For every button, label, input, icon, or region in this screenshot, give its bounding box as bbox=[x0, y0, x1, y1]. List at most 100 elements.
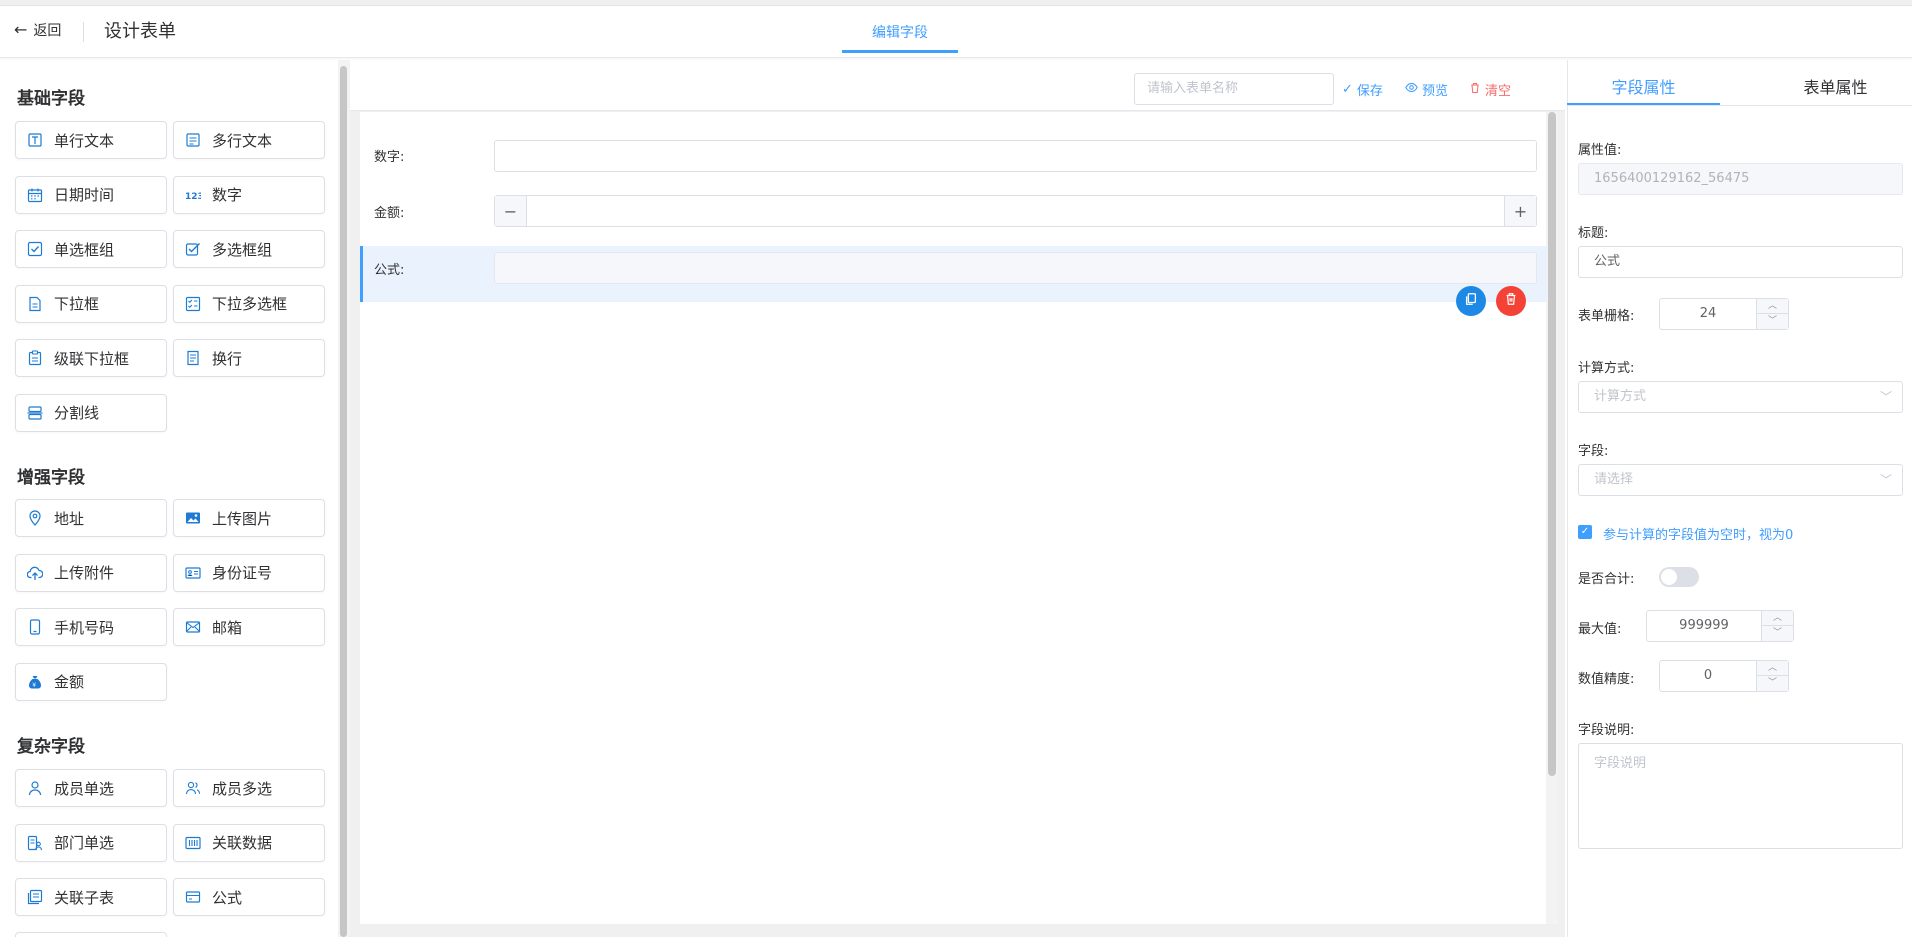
tab-form-properties[interactable]: 表单属性 bbox=[1759, 74, 1912, 98]
palette-item-image[interactable]: 上传图片 bbox=[173, 499, 325, 537]
palette-item-upload[interactable]: 上传附件 bbox=[15, 553, 167, 592]
max-value: 999999 bbox=[1679, 618, 1729, 633]
arrow-left-icon: ← bbox=[14, 20, 28, 39]
palette-item-label: 成员多选 bbox=[212, 779, 273, 798]
palette-scrollbar[interactable] bbox=[340, 66, 347, 937]
field-select-placeholder: 请选择 bbox=[1594, 472, 1634, 487]
props-tab-underline bbox=[1567, 103, 1720, 105]
section-title-complex: 复杂字段 bbox=[17, 737, 85, 757]
palette-item-subtable[interactable]: 关联子表 bbox=[15, 878, 167, 916]
attr-value-input: 1656400129162_56475 bbox=[1578, 163, 1903, 195]
palette-item-phone[interactable]: 手机号码 bbox=[15, 608, 167, 646]
empty-as-zero-checkbox[interactable]: ✓ bbox=[1578, 525, 1592, 539]
palette-item-checkbox-group[interactable]: 多选框组 bbox=[173, 230, 325, 268]
palette-item-textarea[interactable]: 多行文本 bbox=[173, 121, 325, 159]
user-icon bbox=[26, 779, 44, 797]
number-field-input[interactable] bbox=[494, 140, 1537, 172]
attr-value-label: 属性值: bbox=[1578, 143, 1622, 158]
form-name-input[interactable]: 请输入表单名称 bbox=[1134, 73, 1334, 105]
mail-icon bbox=[184, 618, 202, 636]
tab-field-properties[interactable]: 字段属性 bbox=[1567, 74, 1720, 98]
palette-item-text-input[interactable]: 单行文本 bbox=[15, 121, 167, 159]
back-button[interactable]: ← 返回 bbox=[14, 20, 61, 40]
tab-edit-fields[interactable]: 编辑字段 bbox=[842, 22, 958, 42]
page-title: 设计表单 bbox=[104, 21, 176, 42]
palette-item-label: 单选框组 bbox=[54, 240, 115, 259]
calc-method-select[interactable]: 计算方式 ﹀ bbox=[1578, 381, 1903, 413]
save-button[interactable]: ✓ 保存 bbox=[1342, 80, 1383, 99]
grid-decrease-button[interactable]: ﹀ bbox=[1756, 314, 1788, 329]
clear-label: 清空 bbox=[1485, 84, 1512, 99]
grid-value: 24 bbox=[1699, 306, 1717, 321]
palette-item-label: 单行文本 bbox=[54, 131, 115, 150]
grid-number-input[interactable]: 24 ︿ ﹀ bbox=[1659, 298, 1789, 330]
empty-as-zero-label[interactable]: 参与计算的字段值为空时，视为0 bbox=[1603, 524, 1793, 543]
palette-item-linked-data[interactable]: 关联数据 bbox=[173, 823, 325, 862]
chevron-down-icon: ﹀ bbox=[1879, 390, 1892, 404]
palette-item-label: 邮箱 bbox=[212, 618, 243, 637]
grid-increase-button[interactable]: ︿ bbox=[1756, 299, 1788, 314]
checkbox-group-icon bbox=[184, 240, 202, 258]
preview-label: 预览 bbox=[1422, 84, 1449, 99]
title-input[interactable]: 公式 bbox=[1578, 246, 1903, 278]
description-label: 字段说明: bbox=[1578, 723, 1635, 738]
precision-increase-button[interactable]: ︿ bbox=[1756, 661, 1788, 676]
palette-item-dropdown[interactable]: 下拉框 bbox=[15, 284, 167, 323]
formula-field-label: 公式: bbox=[374, 263, 405, 278]
decrease-button[interactable]: − bbox=[495, 196, 527, 226]
radio-icon bbox=[26, 240, 44, 258]
money-bag-icon: ¥ bbox=[26, 673, 44, 691]
svg-text:¥: ¥ bbox=[32, 682, 36, 689]
canvas-scrollbar[interactable] bbox=[1548, 112, 1556, 776]
palette-item-label: 上传附件 bbox=[54, 564, 115, 582]
palette-item-radio[interactable]: 单选框组 bbox=[15, 230, 167, 268]
formula-icon bbox=[184, 888, 202, 906]
palette-item-divider[interactable]: 分割线 bbox=[15, 393, 167, 432]
copy-field-button[interactable] bbox=[1456, 286, 1486, 316]
palette-item-users[interactable]: 成员多选 bbox=[173, 769, 325, 807]
precision-decrease-button[interactable]: ﹀ bbox=[1756, 676, 1788, 691]
amount-field-stepper[interactable]: − + bbox=[494, 195, 1537, 227]
clear-button[interactable]: 清空 bbox=[1469, 80, 1511, 99]
precision-input[interactable]: 0 ︿ ﹀ bbox=[1659, 660, 1789, 692]
field-select[interactable]: 请选择 ﹀ bbox=[1578, 464, 1903, 496]
palette-item-number[interactable]: 123 数字 bbox=[173, 175, 325, 214]
delete-field-button[interactable] bbox=[1496, 286, 1526, 316]
delete-icon bbox=[1504, 292, 1518, 310]
chevron-down-icon: ﹀ bbox=[1879, 473, 1892, 487]
palette-item-label: 部门单选 bbox=[54, 834, 115, 852]
palette-item-label: 换行 bbox=[212, 349, 243, 368]
palette-item-formula[interactable]: 公式 bbox=[173, 878, 325, 916]
increase-button[interactable]: + bbox=[1504, 196, 1536, 226]
palette-item-label: 成员单选 bbox=[54, 779, 115, 798]
palette-item-label: 手机号码 bbox=[54, 618, 115, 637]
preview-button[interactable]: 预览 bbox=[1405, 80, 1448, 99]
palette-item-user[interactable]: 成员单选 bbox=[15, 769, 167, 807]
sum-toggle[interactable] bbox=[1659, 567, 1699, 587]
grid-label: 表单栅格: bbox=[1578, 309, 1635, 324]
toggle-knob bbox=[1661, 569, 1677, 585]
palette-item-id-card[interactable]: 身份证号 bbox=[173, 553, 325, 592]
check-icon: ✓ bbox=[1342, 82, 1353, 97]
users-icon bbox=[184, 779, 202, 797]
max-value-input[interactable]: 999999 ︿ ﹀ bbox=[1646, 610, 1794, 642]
max-decrease-button[interactable]: ﹀ bbox=[1761, 626, 1793, 641]
palette-item-multi-select[interactable]: 下拉多选框 bbox=[173, 284, 325, 323]
palette-item-label: 公式 bbox=[212, 888, 243, 907]
palette-item-mail[interactable]: 邮箱 bbox=[173, 608, 325, 646]
palette-item-department[interactable]: 部门单选 bbox=[15, 823, 167, 862]
description-textarea[interactable]: 字段说明 bbox=[1578, 743, 1903, 849]
form-canvas bbox=[360, 112, 1547, 924]
palette-item-cascader[interactable]: 级联下拉框 bbox=[15, 339, 167, 377]
sum-label: 是否合计: bbox=[1578, 572, 1635, 587]
palette-item-label: 多行文本 bbox=[212, 131, 273, 150]
palette-item-line-break[interactable]: 换行 bbox=[173, 339, 325, 377]
palette-item-money-bag[interactable]: ¥ 金额 bbox=[15, 662, 167, 701]
tabs-divider bbox=[1567, 105, 1912, 106]
line-break-icon bbox=[184, 349, 202, 367]
max-increase-button[interactable]: ︿ bbox=[1761, 611, 1793, 626]
palette-item-label: 分割线 bbox=[54, 404, 100, 422]
palette-item-calendar[interactable]: 日期时间 bbox=[15, 175, 167, 214]
palette-item-location[interactable]: 地址 bbox=[15, 499, 167, 537]
palette-item-partial[interactable] bbox=[15, 932, 167, 937]
